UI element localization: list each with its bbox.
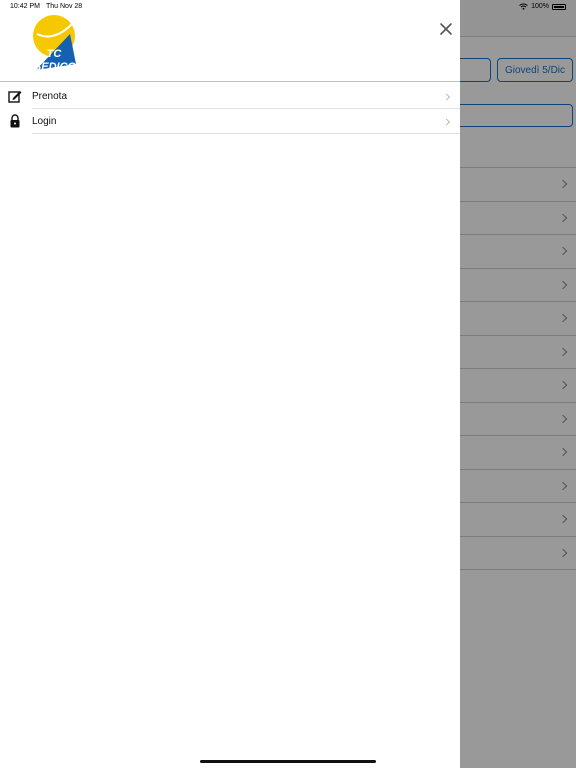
side-drawer: TC SEDICO Prenota Login	[0, 0, 460, 768]
svg-text:TC: TC	[47, 48, 63, 60]
chevron-right-icon	[442, 92, 451, 101]
tc-sedico-logo: TC SEDICO	[33, 15, 77, 73]
menu-item-label: Login	[32, 116, 57, 127]
status-time: 10:42 PM	[10, 3, 40, 10]
lock-icon	[10, 114, 20, 128]
home-indicator[interactable]	[200, 760, 376, 763]
battery-percent: 100%	[531, 3, 549, 10]
close-icon[interactable]	[436, 19, 456, 39]
battery-icon	[552, 3, 566, 10]
svg-text:SEDICO: SEDICO	[34, 61, 77, 73]
status-date: Thu Nov 28	[46, 3, 83, 10]
menu-item-prenota[interactable]: Prenota	[0, 84, 460, 109]
chevron-right-icon	[442, 117, 451, 126]
menu-item-login[interactable]: Login	[0, 109, 460, 134]
status-right: 100%	[519, 3, 566, 10]
status-bar: 10:42 PM Thu Nov 28 100%	[0, 0, 576, 14]
menu-item-label: Prenota	[32, 91, 68, 102]
wifi-icon	[519, 3, 528, 10]
edit-icon	[8, 91, 22, 103]
separator	[32, 133, 460, 134]
drawer-menu: Prenota Login	[0, 84, 460, 134]
